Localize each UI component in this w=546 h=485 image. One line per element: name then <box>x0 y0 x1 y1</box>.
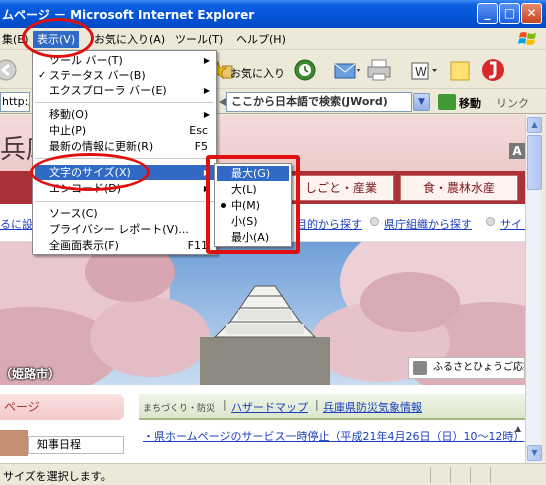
discuss-icon[interactable] <box>449 56 473 84</box>
news-panel: まちづくり・防災 | ハザードマップ | 兵庫県防災気象情報 ・県ホームページの… <box>139 392 525 463</box>
governor-schedule-link[interactable]: 知事日程 <box>28 436 124 454</box>
tab-separator: | <box>223 398 227 411</box>
subnav-site-link[interactable]: サイト <box>500 216 525 232</box>
menu-item-label: 全画面表示(F) <box>49 239 119 252</box>
news-tabs: まちづくり・防災 | ハザードマップ | 兵庫県防災気象情報 <box>139 394 525 420</box>
check-icon: ✓ <box>38 70 47 81</box>
menu-help[interactable]: ヘルプ(H) <box>232 31 290 48</box>
menu-item-shortcut: F5 <box>194 140 208 153</box>
menu-separator <box>35 102 214 103</box>
menu-item-label: 最新の情報に更新(R) <box>49 140 154 153</box>
menu-item-privacy-report[interactable]: プライバシー レポート(V)... <box>35 222 214 237</box>
submenu-arrow-icon: ▶ <box>203 110 210 119</box>
vertical-scrollbar[interactable]: ▲ ▼ <box>525 115 542 463</box>
address-input[interactable]: http://w <box>0 92 30 112</box>
menu-item-stop[interactable]: 中止(P) Esc <box>35 123 214 138</box>
scroll-thumb[interactable] <box>527 135 542 190</box>
close-button[interactable]: ✕ <box>521 3 542 24</box>
menu-item-refresh[interactable]: 最新の情報に更新(R) F5 <box>35 139 214 154</box>
governor-photo <box>0 430 28 456</box>
favorites-label[interactable]: お気に入り <box>230 65 285 81</box>
minimize-button[interactable]: _ <box>477 3 498 24</box>
menu-item-label: ソース(C) <box>49 207 98 220</box>
weather-link[interactable]: 兵庫県防災気象情報 <box>323 399 422 415</box>
left-panel: ページ 知事日程 <box>0 392 124 463</box>
furusato-banner[interactable]: ふるさとひょうご応援 <box>408 357 525 379</box>
news-scroll-up-icon[interactable]: ▲ <box>512 424 524 438</box>
furusato-text: ふるさとひょうご応援 <box>433 362 525 373</box>
mail-icon[interactable] <box>333 56 361 84</box>
status-divider <box>470 467 471 483</box>
news-item-link[interactable]: ・県ホームページのサービス一時停止（平成21年4月26日（日）10〜12時） <box>143 428 524 444</box>
menu-item-label: ステータス バー(B) <box>49 69 146 82</box>
menu-item-label: エクスプローラ バー(E) <box>49 84 167 97</box>
text-size-badge[interactable]: A <box>509 143 525 159</box>
edit-icon[interactable]: W <box>409 56 439 84</box>
maximize-button[interactable]: □ <box>499 3 520 24</box>
scroll-down-arrow-icon[interactable]: ▼ <box>527 445 542 461</box>
photo-caption: （姫路市） <box>0 367 61 381</box>
annotation-oval-view-menu <box>22 18 94 58</box>
menu-item-statusbar[interactable]: ✓ ステータス バー(B) <box>35 68 214 83</box>
links-label[interactable]: リンク <box>496 95 529 111</box>
go-button-label[interactable]: 移動 <box>459 95 481 111</box>
subnav-fragment-link[interactable]: るに設 <box>0 216 33 232</box>
bullet-icon <box>370 217 379 226</box>
messenger-icon[interactable] <box>480 56 506 84</box>
subnav-org-link[interactable]: 県庁組織から探す <box>384 216 472 232</box>
back-icon[interactable] <box>0 56 18 84</box>
menu-item-label: プライバシー レポート(V)... <box>49 223 189 236</box>
menu-tools[interactable]: ツール(T) <box>171 31 227 48</box>
menu-separator <box>35 201 214 202</box>
menu-item-shortcut: Esc <box>189 124 208 137</box>
menu-favorites[interactable]: お気に入り(A) <box>90 31 169 48</box>
ie-window: ムページ － Microsoft Internet Explorer _ □ ✕… <box>0 0 546 485</box>
nav-tab-work[interactable]: しごと・産業 <box>288 175 394 201</box>
jword-search-box[interactable]: ここから日本語で検索(JWord) <box>226 92 412 112</box>
annotation-oval-text-size <box>30 153 150 191</box>
menu-item-shortcut: F11 <box>187 239 208 252</box>
status-divider <box>490 467 491 483</box>
news-tab-bousai[interactable]: まちづくり・防災 <box>143 401 215 414</box>
menu-item-label: 中止(P) <box>49 124 87 137</box>
annotation-frame-size-submenu <box>206 155 300 254</box>
scroll-up-arrow-icon[interactable]: ▲ <box>527 117 542 133</box>
status-divider <box>430 467 431 483</box>
tab-separator: | <box>315 398 319 411</box>
jword-dropdown-button[interactable]: ▼ <box>413 93 430 111</box>
svg-text:W: W <box>415 65 427 79</box>
go-arrow-icon[interactable] <box>438 94 456 110</box>
print-icon[interactable] <box>366 56 394 84</box>
menu-item-label: 移動(O) <box>49 108 89 121</box>
windows-logo-icon <box>518 32 536 45</box>
history-icon[interactable] <box>292 56 318 84</box>
left-panel-heading: ページ <box>0 394 124 420</box>
bullet-icon <box>486 217 495 226</box>
subnav-purpose-link[interactable]: 目的から探す <box>296 216 362 232</box>
furusato-icon <box>413 361 427 375</box>
view-menu: ツール バー(T) ▶ ✓ ステータス バー(B) エクスプローラ バー(E) … <box>32 50 217 255</box>
status-divider <box>450 467 451 483</box>
submenu-arrow-icon: ▶ <box>203 56 210 65</box>
nav-tab-food[interactable]: 食・農林水産 <box>400 175 518 201</box>
submenu-arrow-icon: ▶ <box>203 86 210 95</box>
menu-item-source[interactable]: ソース(C) <box>35 206 214 221</box>
menu-item-explorer-bar[interactable]: エクスプローラ バー(E) ▶ <box>35 83 214 98</box>
hazard-map-link[interactable]: ハザードマップ <box>231 399 308 415</box>
status-bar: サイズを選択します。 <box>0 463 546 485</box>
status-text: サイズを選択します。 <box>3 470 112 483</box>
menu-item-fullscreen[interactable]: 全画面表示(F) F11 <box>35 238 214 253</box>
menu-item-go[interactable]: 移動(O) ▶ <box>35 107 214 122</box>
